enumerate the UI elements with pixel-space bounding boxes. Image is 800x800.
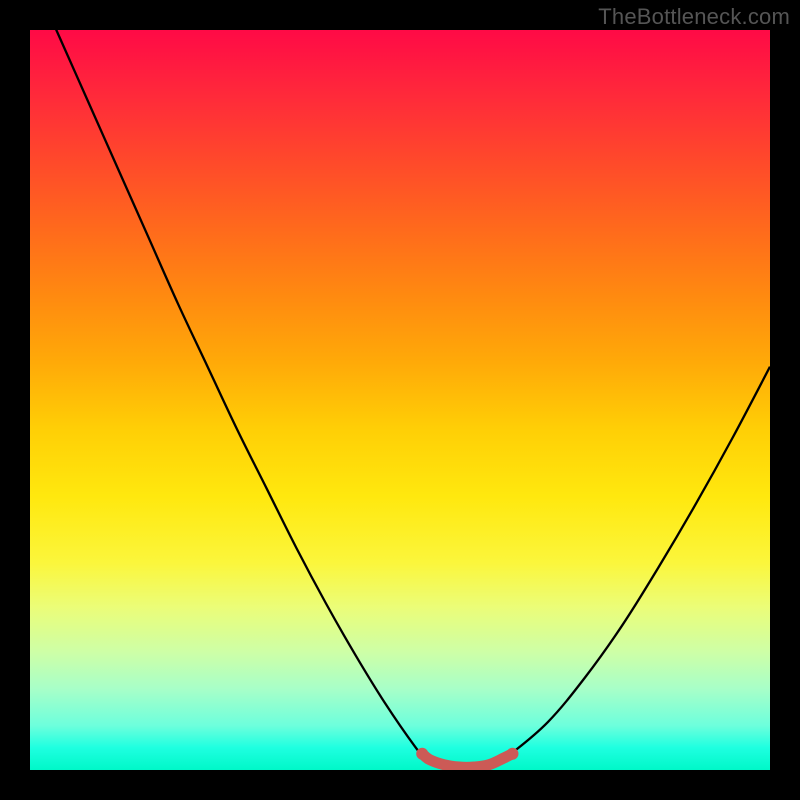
chart-container: TheBottleneck.com bbox=[0, 0, 800, 800]
plot-area bbox=[30, 30, 770, 770]
watermark-text: TheBottleneck.com bbox=[598, 4, 790, 30]
